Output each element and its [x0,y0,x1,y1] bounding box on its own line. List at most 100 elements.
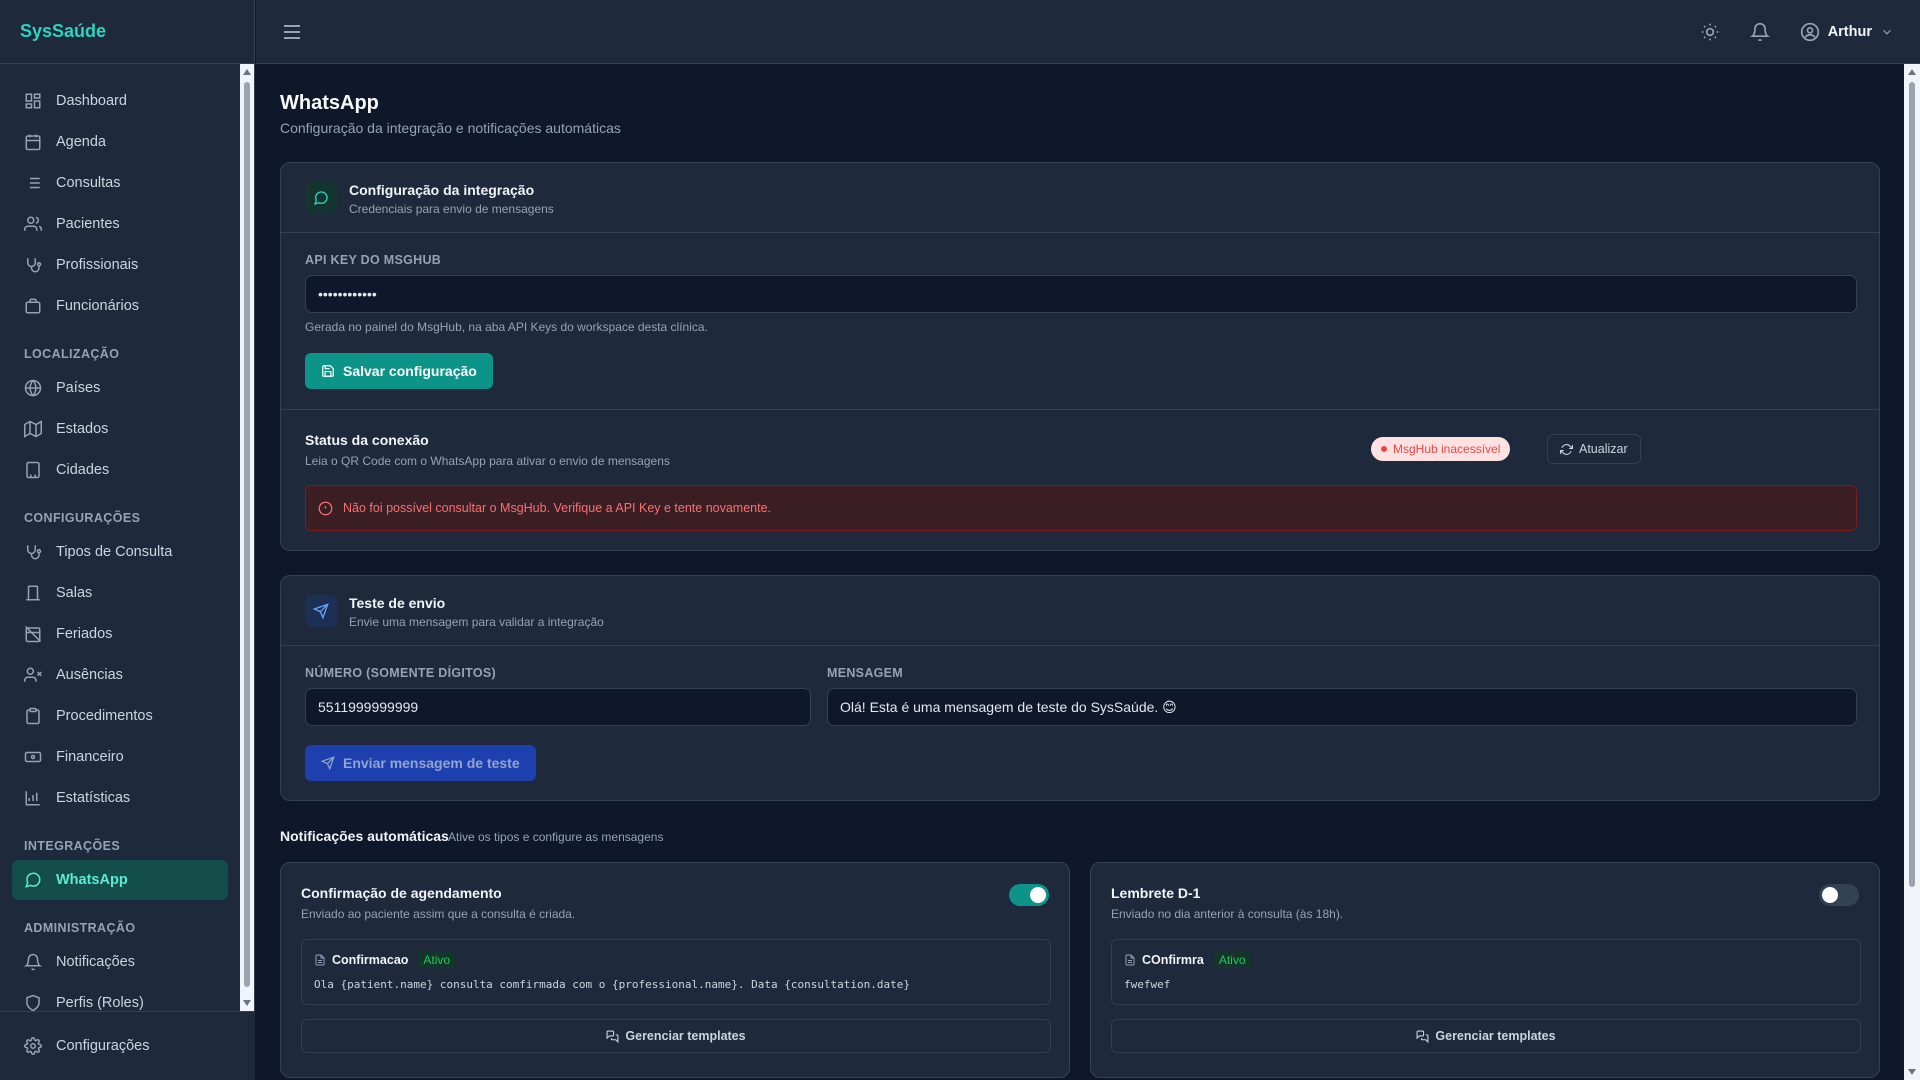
chart-icon [24,789,42,807]
sidebar-item-funcionarios[interactable]: Funcionários [12,286,228,326]
section-configuracoes: CONFIGURAÇÕES [24,511,141,525]
sidebar-item-tipos-de-consulta[interactable]: Tipos de Consulta [12,532,228,572]
sidebar-item-label: Tipos de Consulta [56,544,173,560]
file-text-icon [1125,954,1135,966]
scroll-thumb[interactable] [1909,82,1915,887]
sidebar-item-label: Estatísticas [56,790,131,806]
template-status-badge: Ativo [1213,952,1251,968]
template-body: Ola {patient.name} consulta comfirmada c… [314,978,911,991]
menu-toggle-icon[interactable] [280,20,304,44]
save-config-label: Salvar configuração [343,363,477,379]
test-title: Teste de envio [349,595,446,611]
city-icon [24,461,42,479]
sidebar-item-label: Funcionários [56,298,140,314]
brand-logo[interactable]: SysSaúde [0,0,254,64]
send-test-button[interactable]: Enviar mensagem de teste [305,745,536,781]
sidebar-item-label: Profissionais [56,257,139,273]
bell-icon [24,953,42,971]
template-item[interactable]: Confirmacao Ativo Ola {patient.name} con… [301,939,1051,1005]
number-input[interactable]: 5511999999999 [305,688,811,726]
manage-templates-label: Gerenciar templates [1435,1029,1556,1043]
template-header: Confirmacao Ativo [314,952,456,968]
sidebar-item-pacientes[interactable]: Pacientes [12,204,228,244]
gear-icon [24,1037,42,1055]
sidebar-item-perfis[interactable]: Perfis (Roles) [12,983,228,1011]
send-icon [305,595,337,627]
user-menu[interactable]: Arthur [1800,22,1894,42]
sidebar-item-label: Agenda [56,134,106,150]
notification-title: Confirmação de agendamento [301,885,502,901]
bell-icon[interactable] [1749,22,1770,42]
shield-icon [24,994,42,1011]
sidebar-item-ausencias[interactable]: Ausências [12,655,228,695]
api-key-hint: Gerada no painel do MsgHub, na aba API K… [305,320,708,334]
manage-templates-button[interactable]: Gerenciar templates [301,1019,1051,1053]
sidebar-item-financeiro[interactable]: Financeiro [12,737,228,777]
refresh-label: Atualizar [1579,442,1628,456]
notifications-title: Notificações automáticas [280,828,449,844]
number-label: NÚMERO (SOMENTE DÍGITOS) [305,666,497,680]
refresh-button[interactable]: Atualizar [1547,434,1641,464]
sidebar-item-agenda[interactable]: Agenda [12,122,228,162]
sidebar-item-notificacoes[interactable]: Notificações [12,942,228,982]
save-icon [322,365,334,377]
scroll-up-arrow-icon[interactable] [243,69,251,75]
status-title: Status da conexão [305,432,429,448]
sidebar-item-consultas[interactable]: Consultas [12,163,228,203]
door-icon [24,584,42,602]
manage-templates-label: Gerenciar templates [625,1029,746,1043]
sidebar: SysSaúde Dashboard Agenda Consultas Paci… [0,0,255,1080]
topbar: Arthur [256,0,1920,64]
template-status-badge: Ativo [418,952,456,968]
section-localizacao: LOCALIZAÇÃO [24,347,120,361]
notification-subtitle: Enviado ao paciente assim que a consulta… [301,907,576,921]
scroll-down-arrow-icon[interactable] [243,1000,251,1006]
template-item[interactable]: COnfirmra Ativo fwefwef [1111,939,1861,1005]
globe-icon [24,379,42,397]
sun-icon[interactable] [1700,22,1720,42]
sidebar-item-salas[interactable]: Salas [12,573,228,613]
notification-toggle[interactable] [1819,884,1859,906]
manage-templates-button[interactable]: Gerenciar templates [1111,1019,1861,1053]
user-name: Arthur [1827,24,1872,40]
scroll-thumb[interactable] [244,82,250,987]
sidebar-item-whatsapp[interactable]: WhatsApp [12,860,228,900]
sidebar-item-estados[interactable]: Estados [12,409,228,449]
main-scrollbar[interactable] [1904,64,1920,1080]
sidebar-item-profissionais[interactable]: Profissionais [12,245,228,285]
sidebar-footer-label: Configurações [56,1038,150,1054]
sidebar-item-cidades[interactable]: Cidades [12,450,228,490]
sidebar-item-label: Cidades [56,462,110,478]
messages-square-icon [1416,1030,1429,1043]
divider [281,409,1879,410]
sidebar-item-label: Perfis (Roles) [56,995,144,1011]
template-name: COnfirmra [1142,953,1204,967]
scroll-up-arrow-icon[interactable] [1908,69,1916,75]
user-x-icon [24,666,42,684]
notification-subtitle: Enviado no dia anterior à consulta (às 1… [1111,907,1344,921]
sidebar-item-estatisticas[interactable]: Estatísticas [12,778,228,818]
sidebar-item-procedimentos[interactable]: Procedimentos [12,696,228,736]
status-subtitle: Leia o QR Code com o WhatsApp para ativa… [305,454,670,468]
notification-title: Lembrete D-1 [1111,885,1201,901]
integration-card: Configuração da integração Credenciais p… [280,162,1880,551]
sidebar-item-paises[interactable]: Países [12,368,228,408]
message-input[interactable]: Olá! Esta é uma mensagem de teste do Sys… [827,688,1857,726]
status-badge: MsgHub inacessível [1371,437,1511,461]
stethoscope-icon [24,256,42,274]
template-name: Confirmacao [332,953,409,967]
test-card-header: Teste de envio Envie uma mensagem para v… [281,576,1879,646]
page-title: WhatsApp [280,92,379,114]
sidebar-scrollbar[interactable] [240,64,254,1011]
api-key-input[interactable]: •••••••••••• [305,275,1857,313]
sidebar-item-feriados[interactable]: Feriados [12,614,228,654]
scroll-down-arrow-icon[interactable] [1908,1069,1916,1075]
topbar-actions: Arthur [1700,0,1894,64]
sidebar-item-dashboard[interactable]: Dashboard [12,81,228,121]
notification-toggle[interactable] [1009,884,1049,906]
error-text: Não foi possível consultar o MsgHub. Ver… [343,501,772,515]
sidebar-item-configuracoes[interactable]: Configurações [0,1011,255,1080]
integration-card-header: Configuração da integração Credenciais p… [281,163,1879,233]
calendar-off-icon [24,625,42,643]
save-config-button[interactable]: Salvar configuração [305,353,493,389]
